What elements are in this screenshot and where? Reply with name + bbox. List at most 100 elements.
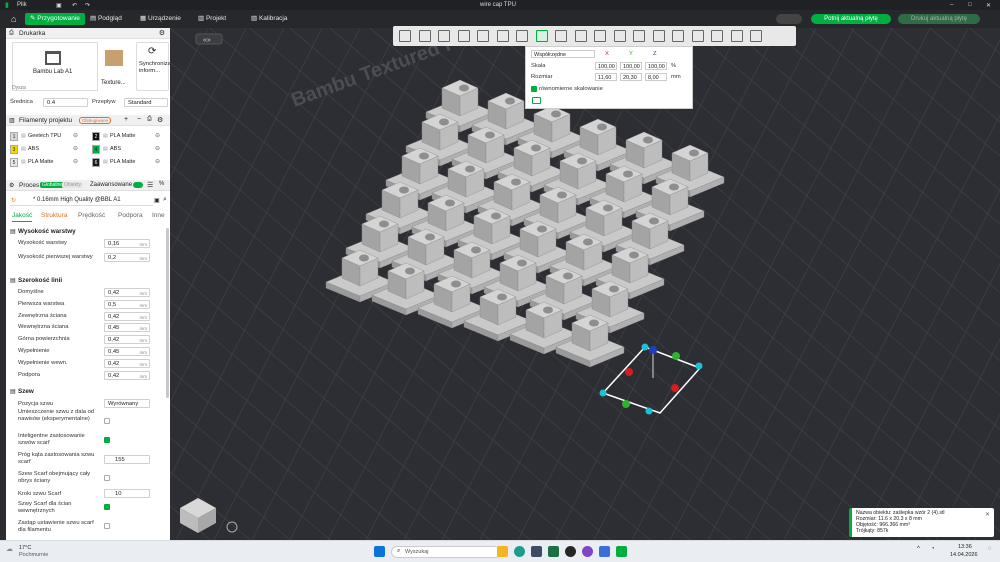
search-icon[interactable]: ⌕	[163, 196, 167, 204]
weather-icon[interactable]: ☁	[6, 545, 13, 553]
setting-value-input[interactable]: 0,42 mm	[104, 358, 150, 368]
emboss-icon[interactable]	[652, 30, 665, 42]
tab-device[interactable]: ▦ Urządzenie	[135, 13, 186, 25]
plate-icon[interactable]	[457, 30, 470, 42]
arrange-icon[interactable]	[750, 30, 762, 42]
tab-preview[interactable]: ▤ Podgląd	[85, 13, 127, 25]
size-y-input[interactable]: 20,30	[620, 73, 642, 81]
setting-value-input[interactable]: 0,2 mm	[104, 253, 150, 262]
taskbar-app-excel[interactable]	[548, 546, 559, 557]
filament-item[interactable]: 2 ▤ PLA Matte ⊖	[92, 132, 166, 142]
toggle-global[interactable]: Globalne	[40, 182, 65, 188]
cut-icon[interactable]	[555, 30, 567, 42]
gizmo-handle-cyan-4[interactable]	[641, 343, 649, 351]
tab-structure[interactable]: Struktura	[41, 212, 67, 219]
start-button[interactable]	[374, 546, 385, 557]
setting-value-input[interactable]: 0,42 mm	[104, 370, 150, 380]
close-popup-icon[interactable]: ✕	[985, 511, 990, 518]
size-x-input[interactable]: 11,60	[595, 73, 617, 81]
tab-other[interactable]: Inne	[152, 212, 165, 219]
setting-value-input[interactable]: 0,42 mm	[104, 288, 150, 297]
tab-project[interactable]: ▥ Projekt	[193, 13, 231, 25]
process-preset-select[interactable]: ↻ * 0.16mm High Quality @BBL A1	[10, 196, 153, 206]
reset-scale-icon[interactable]	[532, 97, 541, 104]
setting-value-input[interactable]: 0,42 mm	[104, 311, 150, 321]
view-cube[interactable]	[180, 498, 216, 533]
scarf-inner-checkbox[interactable]	[104, 504, 110, 510]
gizmo-handle-cyan-2[interactable]	[645, 407, 653, 415]
scale-icon[interactable]	[535, 30, 548, 42]
plate-card[interactable]: Texture...	[100, 42, 134, 91]
filament-item[interactable]: 4 ▤ ABS ⊖	[92, 145, 166, 155]
filament-edit-icon[interactable]: ⊖	[155, 158, 160, 165]
taskbar-app-edge[interactable]	[514, 546, 525, 557]
view-reset-icon[interactable]	[226, 521, 238, 533]
tab-speed[interactable]: Prędkość	[78, 212, 105, 219]
scarf-smart-checkbox[interactable]	[104, 437, 110, 443]
gizmo-handle-green-bottom[interactable]	[622, 400, 630, 408]
list-view-icon[interactable]: ☰	[147, 181, 153, 189]
layout-icon[interactable]	[438, 30, 450, 42]
save-preset-icon[interactable]: ▣	[154, 197, 160, 204]
advanced-toggle[interactable]	[133, 182, 143, 188]
theme-toggle[interactable]	[776, 14, 802, 24]
filament-swatch[interactable]: 2	[92, 132, 100, 141]
file-menu[interactable]: Plik	[17, 2, 27, 8]
maximize-icon[interactable]: □	[968, 2, 972, 8]
clock-date[interactable]: 14.04.2026	[950, 552, 978, 558]
setting-value-input[interactable]: 0,42 mm	[104, 335, 150, 345]
clock-time[interactable]: 13:36	[958, 544, 972, 550]
minimize-icon[interactable]: –	[950, 2, 953, 8]
gizmo-handle-red-left[interactable]	[625, 368, 633, 376]
undo-icon[interactable]: ↶	[72, 2, 77, 9]
taskbar-app-obs[interactable]	[565, 546, 576, 557]
tab-quality[interactable]: Jakość	[12, 212, 32, 219]
filament-settings-icon[interactable]: ⚙	[157, 116, 163, 124]
seam-position-select[interactable]: Wyrównany	[104, 399, 150, 408]
size-z-input[interactable]: 8,00	[645, 73, 667, 81]
mesh-boolean-icon[interactable]	[633, 30, 645, 42]
flow-select[interactable]: Standard	[124, 98, 168, 107]
tray-network-icon[interactable]: ◔	[931, 546, 935, 552]
tab-calibration[interactable]: ▧ Kalibracja	[246, 13, 293, 25]
setting-value-input[interactable]: 0,5 mm	[104, 299, 150, 309]
setting-value-input[interactable]: 0,16 mm	[104, 239, 150, 248]
gizmo-handle-green-top[interactable]	[672, 352, 680, 360]
tab-prepare[interactable]: ✎ Przygotowanie	[25, 13, 85, 25]
setting-value-input[interactable]: 0,45 mm	[104, 347, 150, 356]
filament-item[interactable]: 6 ▤ PLA Matte ⊖	[92, 158, 166, 168]
filament-edit-icon[interactable]: ⊖	[155, 145, 160, 152]
compare-icon[interactable]: %	[159, 181, 164, 187]
filament-edit-icon[interactable]: ⊖	[73, 158, 78, 165]
diameter-select[interactable]: 0.4	[43, 98, 88, 107]
assembly-icon[interactable]	[691, 30, 704, 42]
filament-swatch[interactable]: 4	[92, 145, 100, 154]
seam-paint-icon[interactable]	[594, 30, 606, 42]
model-parts[interactable]	[325, 79, 725, 368]
measure-icon[interactable]	[672, 30, 684, 42]
toggle-object[interactable]: Obiekty	[62, 182, 83, 188]
home-icon[interactable]: ⌂	[6, 13, 21, 25]
tray-chevron-icon[interactable]: ^	[917, 546, 920, 552]
redo-icon[interactable]: ↷	[85, 2, 90, 9]
app-menu-icon[interactable]: ▮	[5, 1, 9, 9]
scarf-angle-input[interactable]: 155	[104, 455, 150, 464]
taskbar-app-photos[interactable]	[599, 546, 610, 557]
text-icon[interactable]	[613, 30, 626, 42]
seam-overhang-checkbox[interactable]	[104, 418, 110, 424]
filament-item[interactable]: 5 ▤ PLA Matte ⊖	[10, 158, 84, 168]
printer-card[interactable]: Bambu Lab A1	[12, 42, 98, 91]
taskbar-app-bambu[interactable]	[616, 546, 627, 557]
slice-button[interactable]: Potnij aktualną płytę	[811, 14, 891, 24]
filament-item[interactable]: 1 ▤ Geetech TPU ⊖	[10, 132, 84, 142]
gizmo-handle-cyan-1[interactable]	[599, 389, 607, 397]
filament-item[interactable]: 3 ▤ ABS ⊖	[10, 145, 84, 155]
add-filament-icon[interactable]: +	[124, 116, 128, 123]
support-paint-icon[interactable]	[574, 30, 587, 42]
filament-edit-icon[interactable]: ⊖	[73, 145, 78, 152]
scarf-full-checkbox[interactable]	[104, 475, 110, 481]
rotate-icon[interactable]	[516, 30, 528, 42]
close-icon[interactable]: ✕	[986, 2, 991, 9]
gizmo-handle-blue[interactable]	[649, 346, 657, 354]
list-icon[interactable]	[477, 30, 489, 42]
